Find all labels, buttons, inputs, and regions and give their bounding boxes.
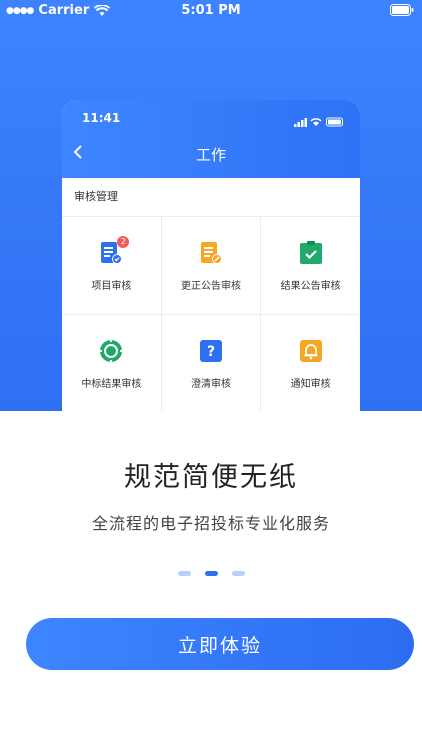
onboarding-subline: 全流程的电子招投标专业化服务 bbox=[91, 514, 330, 533]
grid-item-label: 澄清审核 bbox=[191, 379, 231, 390]
preview-header: 11:41 工作 bbox=[62, 100, 360, 178]
app-preview-card: 11:41 工作 审核管理 2 项目审核 更正公告审核 结果公告审核 中标结果审… bbox=[62, 100, 360, 411]
page-indicator bbox=[0, 571, 422, 576]
grid-item-label: 通知审核 bbox=[290, 379, 331, 390]
page-dot[interactable] bbox=[177, 571, 191, 576]
grid-item-label: 更正公告审核 bbox=[181, 281, 241, 292]
grid-item-label: 中标结果审核 bbox=[81, 379, 142, 390]
status-bar: ●●●● Carrier 5:01 PM bbox=[0, 0, 422, 22]
target-icon bbox=[99, 339, 124, 363]
preview-title: 工作 bbox=[195, 146, 226, 164]
onboarding-headline: 规范简便无纸 bbox=[124, 462, 298, 493]
bell-icon bbox=[299, 339, 323, 363]
preview-status-icons bbox=[294, 117, 343, 127]
grid-item-label: 项目审核 bbox=[91, 281, 132, 292]
grid-item-notice-review[interactable]: 通知审核 bbox=[261, 315, 360, 411]
grid-item-project-review[interactable]: 2 项目审核 bbox=[62, 217, 162, 314]
review-grid: 2 项目审核 更正公告审核 结果公告审核 中标结果审核 ? 澄清审核 通知审核 bbox=[62, 216, 360, 411]
grid-item-label: 结果公告审核 bbox=[280, 281, 341, 292]
question-icon: ? bbox=[199, 339, 223, 363]
status-time: 5:01 PM bbox=[181, 3, 241, 18]
page-dot[interactable] bbox=[231, 571, 245, 576]
preview-time: 11:41 bbox=[82, 111, 121, 125]
grid-item-result-notice-review[interactable]: 结果公告审核 bbox=[261, 217, 360, 314]
battery-icon bbox=[390, 4, 414, 16]
grid-item-award-result-review[interactable]: 中标结果审核 bbox=[62, 315, 162, 411]
hero-background: ●●●● Carrier 5:01 PM 11:41 工作 审核管理 2 项目审… bbox=[0, 0, 422, 411]
clipboard-check-icon bbox=[299, 241, 323, 265]
notification-badge: 2 bbox=[117, 236, 130, 248]
svg-text:?: ? bbox=[207, 344, 215, 360]
try-now-button[interactable]: 立即体验 bbox=[26, 618, 414, 670]
grid-item-clarification-review[interactable]: ? 澄清审核 bbox=[162, 315, 262, 411]
page-dot-active[interactable] bbox=[204, 571, 218, 576]
document-edit-icon bbox=[199, 241, 223, 265]
section-title: 审核管理 bbox=[74, 190, 118, 203]
document-check-icon: 2 bbox=[99, 236, 130, 265]
grid-item-correction-review[interactable]: 更正公告审核 bbox=[162, 217, 262, 314]
